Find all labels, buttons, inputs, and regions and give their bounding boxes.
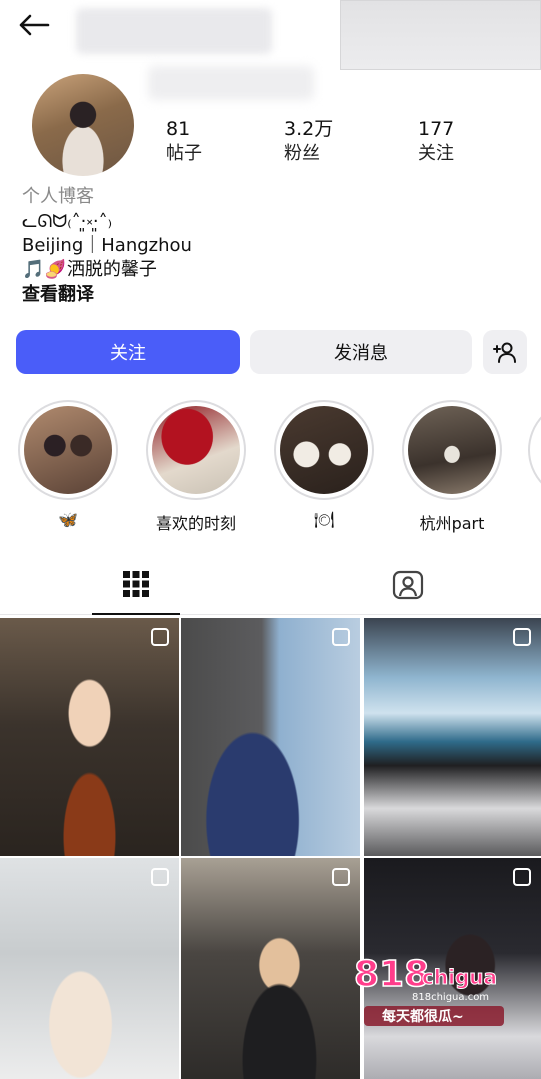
bio-category: 个人博客	[22, 186, 94, 207]
tab-posts-grid[interactable]	[92, 555, 180, 615]
grid-icon	[123, 571, 149, 597]
bio-emoticon: ᓚᘏᗢ₍˄·͈༝·͈˄₎	[22, 211, 113, 232]
add-person-icon	[493, 342, 516, 363]
highlight-item[interactable]: 🍽	[272, 400, 376, 529]
highlight-cover	[408, 406, 496, 494]
tab-tagged[interactable]	[364, 555, 452, 615]
bio-tagline: 🎵🍠洒脱的馨子	[22, 259, 157, 280]
blurred-username	[76, 8, 272, 54]
posts-stat[interactable]: 81 帖子	[166, 118, 202, 166]
highlight-label: 杭州part	[419, 514, 485, 533]
see-translation-link[interactable]: 查看翻译	[22, 282, 522, 308]
highlight-label: 🦋	[58, 510, 78, 529]
bio-location: Beijing｜Hangzhou	[22, 235, 192, 256]
highlight-item-partial[interactable]	[528, 400, 541, 500]
svg-text:每天都很瓜~: 每天都很瓜~	[382, 1008, 464, 1025]
profile-bio: 个人博客 ᓚᘏᗢ₍˄·͈༝·͈˄₎ Beijing｜Hangzhou 🎵🍠洒脱的…	[22, 184, 522, 308]
svg-text:818chigua.com: 818chigua.com	[412, 992, 489, 1003]
highlight-ring	[274, 400, 374, 500]
following-stat[interactable]: 177 关注	[418, 118, 454, 166]
multi-photo-icon	[332, 628, 350, 646]
tagged-person-icon	[392, 570, 424, 600]
multi-photo-icon	[151, 628, 169, 646]
highlight-label: 🍽	[313, 510, 335, 529]
highlight-item[interactable]: 🦋	[16, 400, 120, 529]
following-count: 177	[418, 118, 455, 140]
followers-count: 3.2万	[284, 118, 334, 140]
multi-photo-icon	[513, 628, 531, 646]
multi-photo-icon	[513, 868, 531, 886]
followers-stat[interactable]: 3.2万 粉丝	[284, 118, 333, 166]
svg-text:chigua: chigua	[422, 965, 497, 989]
highlight-ring	[528, 400, 541, 500]
followers-label: 粉丝	[284, 143, 320, 164]
post-thumbnail[interactable]	[181, 618, 360, 856]
top-bar	[0, 0, 541, 70]
highlight-ring	[146, 400, 246, 500]
multi-photo-icon	[151, 868, 169, 886]
post-thumbnail[interactable]	[364, 618, 541, 856]
post-thumbnail[interactable]	[0, 618, 179, 856]
following-label: 关注	[418, 143, 454, 164]
watermark-logo: 818 chigua 818chigua.com 每天都很瓜~	[352, 950, 528, 1034]
post-thumbnail[interactable]	[0, 858, 179, 1079]
highlight-cover	[24, 406, 112, 494]
message-button[interactable]: 发消息	[250, 330, 472, 374]
highlight-ring	[18, 400, 118, 500]
highlight-cover	[280, 406, 368, 494]
suggest-users-button[interactable]	[483, 330, 527, 374]
follow-button[interactable]: 关注	[16, 330, 240, 374]
highlight-cover	[152, 406, 240, 494]
posts-label: 帖子	[166, 143, 202, 164]
profile-tabs	[0, 555, 541, 615]
highlight-ring	[402, 400, 502, 500]
watermark-graphic: 818 chigua 818chigua.com 每天都很瓜~	[353, 953, 504, 1026]
svg-text:818: 818	[354, 954, 429, 995]
blurred-region	[340, 0, 541, 70]
post-thumbnail[interactable]	[181, 858, 360, 1079]
profile-avatar[interactable]	[32, 74, 134, 176]
blurred-subtitle	[148, 66, 314, 100]
highlight-label: 喜欢的时刻	[155, 514, 236, 533]
highlight-item[interactable]: 喜欢的时刻	[144, 400, 248, 534]
highlight-item[interactable]: 杭州part	[400, 400, 504, 534]
back-button[interactable]	[14, 8, 54, 42]
back-arrow-icon	[19, 14, 50, 36]
posts-count: 81	[166, 118, 191, 140]
multi-photo-icon	[332, 868, 350, 886]
